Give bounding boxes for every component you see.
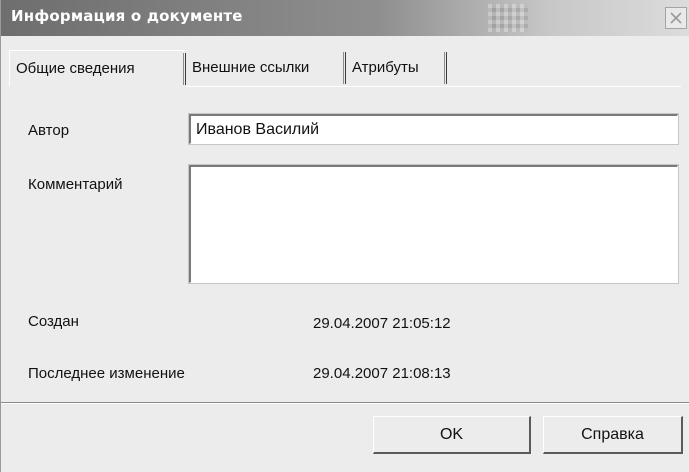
- created-label: Создан: [28, 313, 79, 330]
- modified-label: Последнее изменение: [28, 365, 185, 382]
- help-button[interactable]: Справка: [543, 416, 683, 454]
- help-button-label: Справка: [581, 426, 644, 443]
- tab-panel-edge: [186, 86, 681, 87]
- tab-divider: [444, 52, 447, 84]
- tab-attributes-label: Атрибуты: [352, 59, 419, 76]
- button-separator: [1, 402, 689, 404]
- author-label: Автор: [28, 122, 70, 139]
- title-bar[interactable]: Информация о документе: [1, 0, 689, 36]
- created-value: 29.04.2007 21:05:12: [313, 315, 451, 332]
- document-info-dialog: Информация о документе Общие сведения Вн…: [0, 0, 689, 472]
- close-button[interactable]: [665, 7, 687, 29]
- close-icon: [670, 12, 682, 24]
- window-title: Информация о документе: [11, 7, 243, 25]
- ok-button-label: OK: [439, 426, 464, 443]
- author-input[interactable]: [188, 113, 679, 145]
- tab-general[interactable]: Общие сведения: [9, 50, 186, 86]
- modified-value: 29.04.2007 21:08:13: [313, 365, 451, 382]
- title-bar-pattern: [488, 4, 528, 32]
- comment-label: Комментарий: [28, 176, 123, 193]
- tab-external-links[interactable]: Внешние ссылки: [186, 50, 346, 86]
- tab-external-links-label: Внешние ссылки: [192, 59, 310, 76]
- tab-attributes[interactable]: Атрибуты: [346, 50, 447, 86]
- ok-button[interactable]: OK: [373, 416, 531, 454]
- comment-textarea[interactable]: [188, 164, 679, 284]
- tab-divider: [183, 53, 186, 85]
- tab-general-label: Общие сведения: [16, 60, 135, 77]
